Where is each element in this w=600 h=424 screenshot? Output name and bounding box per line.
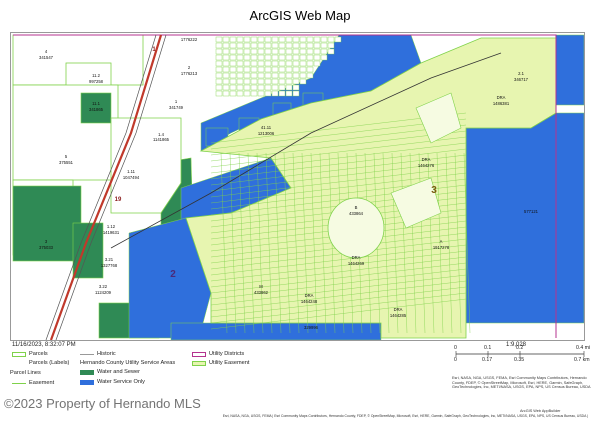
parcel-label: 341865 xyxy=(89,107,104,112)
parcel-label: 1124209 xyxy=(95,290,112,295)
parcel-label: 1917278 xyxy=(433,245,450,250)
area-label: 3 xyxy=(431,185,437,196)
parcel-label: 375033 xyxy=(39,245,54,250)
parcel-label: 433862 xyxy=(254,290,269,295)
center-left-parcel xyxy=(110,117,182,214)
legend-label: Parcel Lines xyxy=(10,370,41,376)
legend-label: Utility Districts xyxy=(209,351,245,357)
attribution: Esri, NASA, NGA, USGS, FEMA, Esri Commun… xyxy=(452,376,591,390)
legend-item-utility-districts: Utility Districts xyxy=(192,351,244,357)
attribution-bottom: Esri, NASA, NGA, USGS, FEMA | Esri Commu… xyxy=(222,414,588,418)
easement-swatch xyxy=(12,382,26,384)
parcel-label: 1327768 xyxy=(101,263,118,268)
historic-swatch xyxy=(80,353,94,355)
area-label: 2 xyxy=(170,269,176,280)
parcel-label: 1464285 xyxy=(390,313,407,318)
legend-label: Water Service Only xyxy=(97,379,145,385)
parcel-label: 346717 xyxy=(514,77,529,82)
powered-by: ArcGIS Web AppBuilder xyxy=(520,409,561,413)
parcel-label: 1486381 xyxy=(493,101,510,106)
map-canvas[interactable]: 4 341547 11.2 997258 11.1 341865 1.4 1141865 5 37… xyxy=(10,32,585,341)
scale-tick: 0 xyxy=(454,345,457,351)
parcel-label: 11.2 xyxy=(92,73,101,78)
parcel-label: 1464269 xyxy=(348,261,365,266)
scale-tick-km: 0.17 xyxy=(482,357,493,363)
watermark: ©2023 Property of Hernando MLS xyxy=(4,396,201,411)
legend-label: Water and Sewer xyxy=(97,369,141,375)
parcel-label: 1776213 xyxy=(181,71,198,76)
legend-label: Utility Easement xyxy=(209,360,250,366)
utility-districts-swatch xyxy=(192,351,206,357)
parcel-label: 1141865 xyxy=(153,137,170,142)
legend-item-parcels-labels: Parcels (Labels) xyxy=(12,360,69,366)
legend-label: Historic xyxy=(97,351,116,357)
scale-tick-km: 0 xyxy=(454,357,457,363)
parcel-label: 1464276 xyxy=(418,163,435,168)
parcel-label: 577121 xyxy=(524,209,539,214)
parcel-label: 11.1 xyxy=(92,101,101,106)
water-and-sewer-swatch xyxy=(80,369,94,375)
legend-label: Hernando County Utility Service Areas xyxy=(80,360,176,366)
legend-item-historic: Historic xyxy=(80,351,116,357)
parcel-label: 375551 xyxy=(59,160,74,165)
parcel-label: DRA xyxy=(305,293,314,298)
map-date: 11/16/2023, 8:32:07 PM xyxy=(12,342,76,348)
page-title: ArcGIS Web Map xyxy=(249,8,351,23)
parcel-label: 1419631 xyxy=(103,230,120,235)
road-label: 19 xyxy=(115,197,122,203)
parcel-label: 3.22 xyxy=(99,284,108,289)
scale-tick: 0.1 xyxy=(484,345,492,351)
parcel-label: 2.1 xyxy=(518,71,524,76)
parcels-labels-swatch xyxy=(12,361,26,366)
legend-item-parcels: Parcels xyxy=(12,351,48,357)
parcel-label: DRA xyxy=(422,157,431,162)
parcel-label: B xyxy=(355,205,358,210)
legend-item-utility-easement: Utility Easement xyxy=(192,360,249,366)
water-service-only-swatch xyxy=(80,379,94,385)
scale-tick-km: 0.7 km xyxy=(574,357,590,363)
legend-label: Easement xyxy=(29,380,55,386)
parcel-label: DRA xyxy=(352,255,361,260)
parcel-label: 1213006 xyxy=(258,131,275,136)
legend-item-easement: Easement xyxy=(12,380,54,386)
parcel-label: M xyxy=(259,284,263,289)
parcel-label: DRA xyxy=(497,95,506,100)
parcel-label: 1464248 xyxy=(301,299,318,304)
legend: Parcels Parcels (Labels) Parcel Lines Ea… xyxy=(10,349,332,395)
parcel-label: DRA xyxy=(394,307,403,312)
legend-label: Parcels xyxy=(29,351,48,357)
scale-bar: 0 0.1 0.2 0.4 mi 0 0.17 0.35 0.7 km xyxy=(452,345,592,363)
parcel-label: 341547 xyxy=(39,55,54,60)
parcels-swatch xyxy=(12,351,26,357)
parcel-label: 433864 xyxy=(349,211,364,216)
parcel-label: 3.21 xyxy=(105,257,114,262)
map-svg[interactable]: 434154711.299725811.13418651.41141865537… xyxy=(11,33,584,340)
legend-item-parcel-lines: Parcel Lines xyxy=(10,370,41,376)
utility-easement-swatch xyxy=(192,360,206,366)
parcel-label: 1.12 xyxy=(107,224,116,229)
legend-label: Parcels (Labels) xyxy=(29,360,70,366)
legend-item-water-service-only: Water Service Only xyxy=(80,379,145,385)
parcel-label: 329996 xyxy=(304,325,319,330)
parcel-label: A xyxy=(440,239,443,244)
parcel-label: 1047494 xyxy=(123,175,140,180)
parcel-label: 997258 xyxy=(89,79,104,84)
legend-item-water-and-sewer: Water and Sewer xyxy=(80,369,140,375)
scale-tick-km: 0.35 xyxy=(514,357,525,363)
parcel-label: 1.11 xyxy=(127,169,136,174)
scale-tick: 0.2 xyxy=(516,345,524,351)
parcel-label: 41.11 xyxy=(261,125,272,130)
parcel-label: 1776222 xyxy=(181,37,198,42)
parcel-label: 341749 xyxy=(169,105,184,110)
legend-item-utility-service-areas: Hernando County Utility Service Areas xyxy=(80,360,175,366)
scale-tick: 0.4 mi xyxy=(576,345,591,351)
